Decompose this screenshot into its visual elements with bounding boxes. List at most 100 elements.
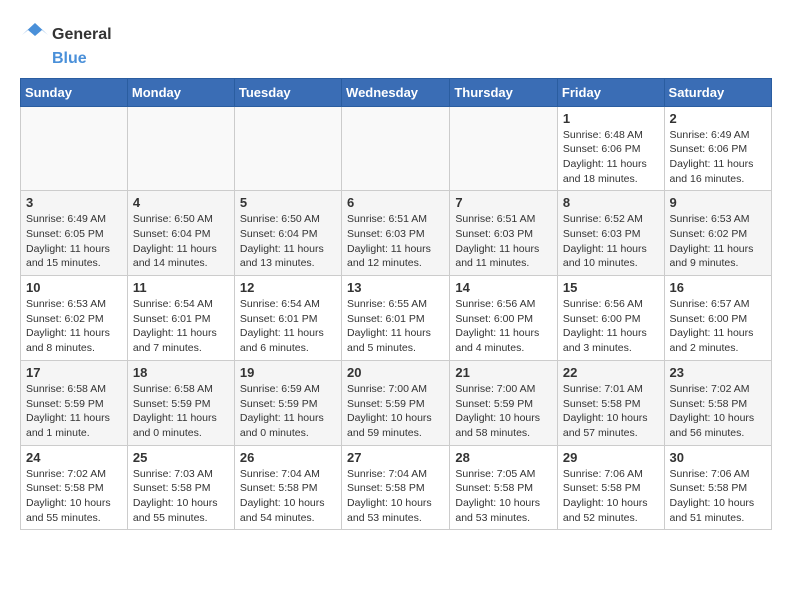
day-info: Sunrise: 6:55 AM Sunset: 6:01 PM Dayligh… [347,297,444,356]
day-number: 22 [563,365,659,380]
weekday-header-saturday: Saturday [664,78,771,106]
calendar-cell: 20 Sunrise: 7:00 AM Sunset: 5:59 PM Dayli… [342,360,450,445]
calendar-cell: 12 Sunrise: 6:54 AM Sunset: 6:01 PM Dayli… [234,276,341,361]
day-number: 27 [347,450,444,465]
day-number: 3 [26,195,122,210]
calendar-cell: 7 Sunrise: 6:51 AM Sunset: 6:03 PM Daylig… [450,191,558,276]
week-row-1: 1Sunrise: 6:48 AM Sunset: 6:06 PM Daylig… [21,106,772,191]
weekday-header-thursday: Thursday [450,78,558,106]
calendar-cell: 26 Sunrise: 7:04 AM Sunset: 5:58 PM Dayli… [234,445,341,530]
week-row-5: 24Sunrise: 7:02 AM Sunset: 5:58 PM Dayli… [21,445,772,530]
calendar-cell: 2 Sunrise: 6:49 AM Sunset: 6:06 PM Daylig… [664,106,771,191]
day-number: 7 [455,195,552,210]
day-number: 19 [240,365,336,380]
calendar-cell: 11Sunrise: 6:54 AM Sunset: 6:01 PM Dayli… [127,276,234,361]
day-info: Sunrise: 7:04 AM Sunset: 5:58 PM Dayligh… [240,467,336,526]
day-info: Sunrise: 6:56 AM Sunset: 6:00 PM Dayligh… [563,297,659,356]
day-number: 26 [240,450,336,465]
day-info: Sunrise: 7:06 AM Sunset: 5:58 PM Dayligh… [670,467,766,526]
day-info: Sunrise: 7:03 AM Sunset: 5:58 PM Dayligh… [133,467,229,526]
calendar-cell: 3 Sunrise: 6:49 AM Sunset: 6:05 PM Daylig… [21,191,128,276]
weekday-header-row: SundayMondayTuesdayWednesdayThursdayFrid… [21,78,772,106]
calendar-cell: 29 Sunrise: 7:06 AM Sunset: 5:58 PM Dayli… [557,445,664,530]
day-info: Sunrise: 7:02 AM Sunset: 5:58 PM Dayligh… [26,467,122,526]
day-info: Sunrise: 6:50 AM Sunset: 6:04 PM Dayligh… [133,212,229,271]
day-number: 21 [455,365,552,380]
calendar-cell: 25 Sunrise: 7:03 AM Sunset: 5:58 PM Dayli… [127,445,234,530]
day-info: Sunrise: 6:52 AM Sunset: 6:03 PM Dayligh… [563,212,659,271]
calendar-cell: 18 Sunrise: 6:58 AM Sunset: 5:59 PM Dayli… [127,360,234,445]
calendar-cell: 6Sunrise: 6:51 AM Sunset: 6:03 PM Daylig… [342,191,450,276]
calendar-cell: 15 Sunrise: 6:56 AM Sunset: 6:00 PM Dayli… [557,276,664,361]
day-info: Sunrise: 7:01 AM Sunset: 5:58 PM Dayligh… [563,382,659,441]
calendar-table: SundayMondayTuesdayWednesdayThursdayFrid… [20,78,772,531]
logo-bird-icon [20,20,50,50]
day-info: Sunrise: 6:54 AM Sunset: 6:01 PM Dayligh… [240,297,336,356]
day-number: 1 [563,111,659,126]
calendar-cell: 13Sunrise: 6:55 AM Sunset: 6:01 PM Dayli… [342,276,450,361]
day-info: Sunrise: 7:06 AM Sunset: 5:58 PM Dayligh… [563,467,659,526]
day-number: 29 [563,450,659,465]
day-info: Sunrise: 6:51 AM Sunset: 6:03 PM Dayligh… [455,212,552,271]
day-number: 10 [26,280,122,295]
day-info: Sunrise: 6:56 AM Sunset: 6:00 PM Dayligh… [455,297,552,356]
day-info: Sunrise: 7:00 AM Sunset: 5:59 PM Dayligh… [347,382,444,441]
day-info: Sunrise: 7:00 AM Sunset: 5:59 PM Dayligh… [455,382,552,441]
logo: General Blue [20,20,112,68]
day-number: 28 [455,450,552,465]
day-number: 14 [455,280,552,295]
weekday-header-friday: Friday [557,78,664,106]
day-number: 30 [670,450,766,465]
day-number: 25 [133,450,229,465]
day-info: Sunrise: 6:51 AM Sunset: 6:03 PM Dayligh… [347,212,444,271]
calendar-cell: 22 Sunrise: 7:01 AM Sunset: 5:58 PM Dayli… [557,360,664,445]
day-number: 8 [563,195,659,210]
day-info: Sunrise: 6:58 AM Sunset: 5:59 PM Dayligh… [133,382,229,441]
day-info: Sunrise: 6:50 AM Sunset: 6:04 PM Dayligh… [240,212,336,271]
calendar-cell [21,106,128,191]
calendar-cell: 4 Sunrise: 6:50 AM Sunset: 6:04 PM Daylig… [127,191,234,276]
weekday-header-monday: Monday [127,78,234,106]
day-number: 23 [670,365,766,380]
day-number: 20 [347,365,444,380]
day-info: Sunrise: 6:54 AM Sunset: 6:01 PM Dayligh… [133,297,229,356]
calendar-cell [450,106,558,191]
day-info: Sunrise: 7:05 AM Sunset: 5:58 PM Dayligh… [455,467,552,526]
day-info: Sunrise: 6:59 AM Sunset: 5:59 PM Dayligh… [240,382,336,441]
day-info: Sunrise: 6:53 AM Sunset: 6:02 PM Dayligh… [670,212,766,271]
day-number: 2 [670,111,766,126]
calendar-cell: 27 Sunrise: 7:04 AM Sunset: 5:58 PM Dayli… [342,445,450,530]
calendar-cell: 28 Sunrise: 7:05 AM Sunset: 5:58 PM Dayli… [450,445,558,530]
calendar-cell: 17 Sunrise: 6:58 AM Sunset: 5:59 PM Dayli… [21,360,128,445]
calendar-cell: 16Sunrise: 6:57 AM Sunset: 6:00 PM Dayli… [664,276,771,361]
day-number: 15 [563,280,659,295]
logo-text-blue: Blue [52,50,112,68]
calendar-cell: 10 Sunrise: 6:53 AM Sunset: 6:02 PM Dayli… [21,276,128,361]
day-info: Sunrise: 7:04 AM Sunset: 5:58 PM Dayligh… [347,467,444,526]
day-number: 4 [133,195,229,210]
day-info: Sunrise: 7:02 AM Sunset: 5:58 PM Dayligh… [670,382,766,441]
calendar-cell: 14 Sunrise: 6:56 AM Sunset: 6:00 PM Dayli… [450,276,558,361]
day-number: 12 [240,280,336,295]
day-number: 18 [133,365,229,380]
day-info: Sunrise: 6:49 AM Sunset: 6:05 PM Dayligh… [26,212,122,271]
calendar-cell [234,106,341,191]
calendar-cell: 30 Sunrise: 7:06 AM Sunset: 5:58 PM Dayli… [664,445,771,530]
day-info: Sunrise: 6:58 AM Sunset: 5:59 PM Dayligh… [26,382,122,441]
day-number: 17 [26,365,122,380]
day-number: 9 [670,195,766,210]
calendar-cell: 8 Sunrise: 6:52 AM Sunset: 6:03 PM Daylig… [557,191,664,276]
page-header: General Blue [20,20,772,68]
calendar-cell: 5Sunrise: 6:50 AM Sunset: 6:04 PM Daylig… [234,191,341,276]
day-info: Sunrise: 6:49 AM Sunset: 6:06 PM Dayligh… [670,128,766,187]
day-info: Sunrise: 6:57 AM Sunset: 6:00 PM Dayligh… [670,297,766,356]
calendar-cell [127,106,234,191]
day-info: Sunrise: 6:53 AM Sunset: 6:02 PM Dayligh… [26,297,122,356]
weekday-header-tuesday: Tuesday [234,78,341,106]
weekday-header-wednesday: Wednesday [342,78,450,106]
calendar-cell: 1Sunrise: 6:48 AM Sunset: 6:06 PM Daylig… [557,106,664,191]
calendar-cell: 23 Sunrise: 7:02 AM Sunset: 5:58 PM Dayli… [664,360,771,445]
week-row-3: 10 Sunrise: 6:53 AM Sunset: 6:02 PM Dayli… [21,276,772,361]
logo-text-general: General [52,26,112,44]
week-row-2: 3 Sunrise: 6:49 AM Sunset: 6:05 PM Daylig… [21,191,772,276]
